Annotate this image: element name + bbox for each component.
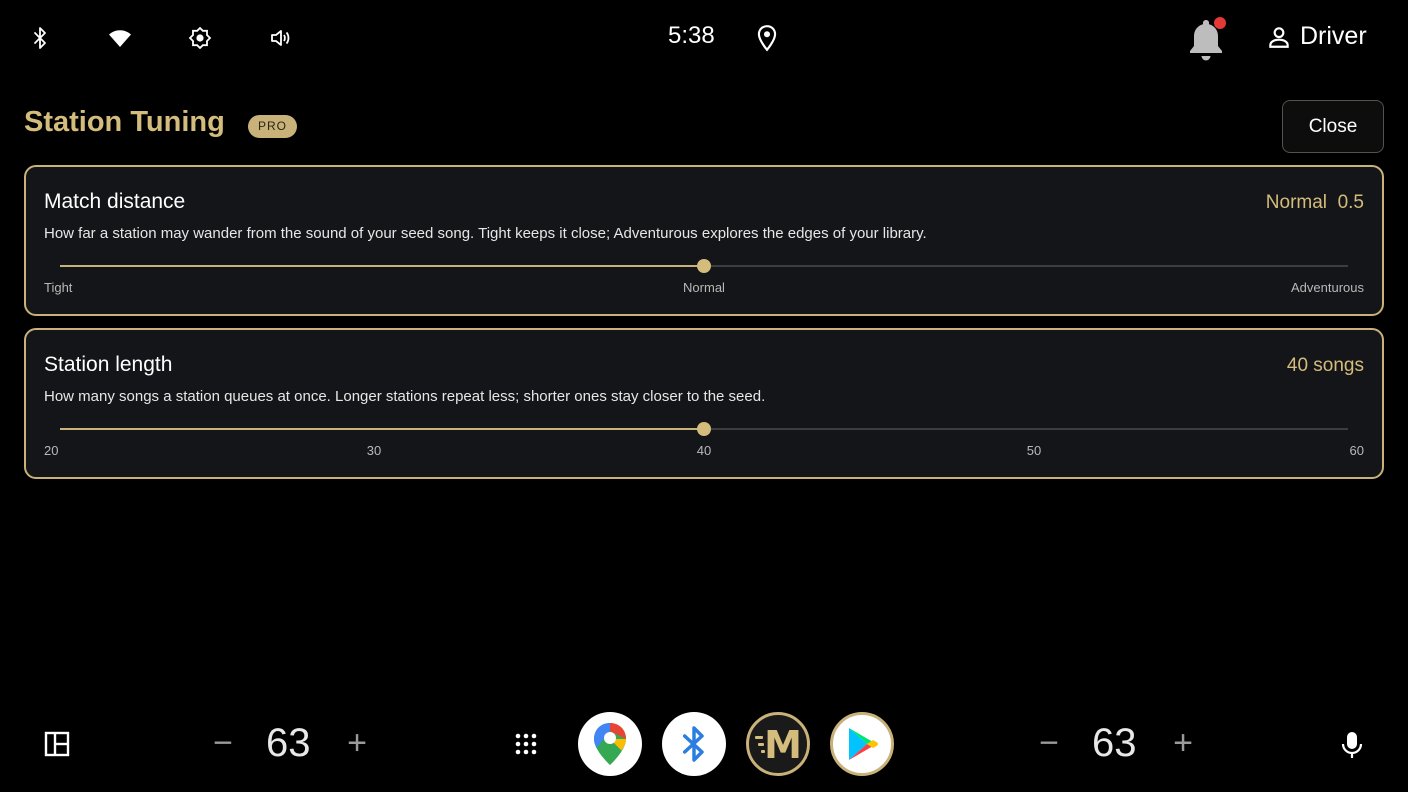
user-name: Driver	[1300, 22, 1367, 50]
music-app-letter: M	[764, 723, 802, 766]
clock: 5:38	[668, 22, 715, 49]
status-bar: 5:38 Driver	[0, 0, 1408, 78]
notification-badge	[1214, 17, 1226, 29]
setting-description: How far a station may wander from the so…	[44, 225, 927, 242]
right-volume-value: 63	[1092, 721, 1137, 765]
close-button[interactable]: Close	[1282, 100, 1384, 153]
tick-label: 20	[44, 443, 59, 458]
tick-label: 60	[1349, 443, 1364, 458]
tick-label: 40	[696, 443, 712, 458]
setting-description: How many songs a station queues at once.…	[44, 388, 766, 405]
left-volume-plus-button[interactable]: +	[340, 726, 374, 760]
station-length-slider[interactable]	[60, 422, 1348, 436]
tick-label: 30	[366, 443, 382, 458]
setting-title: Match distance	[44, 190, 186, 213]
slider-thumb[interactable]	[697, 259, 711, 273]
setting-value: Normal 0.5	[1265, 192, 1364, 213]
wifi-icon[interactable]	[106, 24, 134, 52]
right-volume-plus-button[interactable]: +	[1166, 726, 1200, 760]
profile-button[interactable]: Driver	[1266, 22, 1367, 51]
music-app-icon[interactable]: M	[746, 712, 810, 776]
left-volume-value: 63	[266, 721, 311, 765]
volume-icon[interactable]	[266, 24, 294, 52]
right-volume-minus-button[interactable]: −	[1032, 726, 1066, 760]
bluetooth-app-icon[interactable]	[662, 712, 726, 776]
slider-fill	[60, 265, 704, 267]
tick-label: Adventurous	[1291, 280, 1364, 295]
bluetooth-icon[interactable]	[26, 24, 54, 52]
location-icon[interactable]	[754, 24, 780, 52]
profile-icon	[1269, 26, 1289, 48]
slider-thumb[interactable]	[697, 422, 711, 436]
page-title: Station Tuning	[24, 106, 225, 138]
microphone-icon[interactable]	[1340, 730, 1364, 760]
play-store-app-icon[interactable]	[830, 712, 894, 776]
split-screen-icon[interactable]	[44, 731, 70, 757]
app-grid-icon[interactable]	[514, 732, 538, 756]
match-distance-slider[interactable]	[60, 259, 1348, 273]
brightness-icon[interactable]	[186, 24, 214, 52]
setting-value: 40 songs	[1286, 355, 1364, 376]
setting-title: Station length	[44, 353, 173, 376]
left-volume-minus-button[interactable]: −	[206, 726, 240, 760]
tick-label: 50	[1026, 443, 1042, 458]
pro-badge: PRO	[248, 115, 298, 138]
slider-fill	[60, 428, 704, 430]
match-distance-card: Match distance Normal 0.5 How far a stat…	[24, 165, 1384, 316]
tick-label: Normal	[683, 280, 725, 295]
tick-label: Tight	[44, 280, 73, 295]
maps-app-icon[interactable]	[578, 712, 642, 776]
station-length-card: Station length 40 songs How many songs a…	[24, 328, 1384, 479]
